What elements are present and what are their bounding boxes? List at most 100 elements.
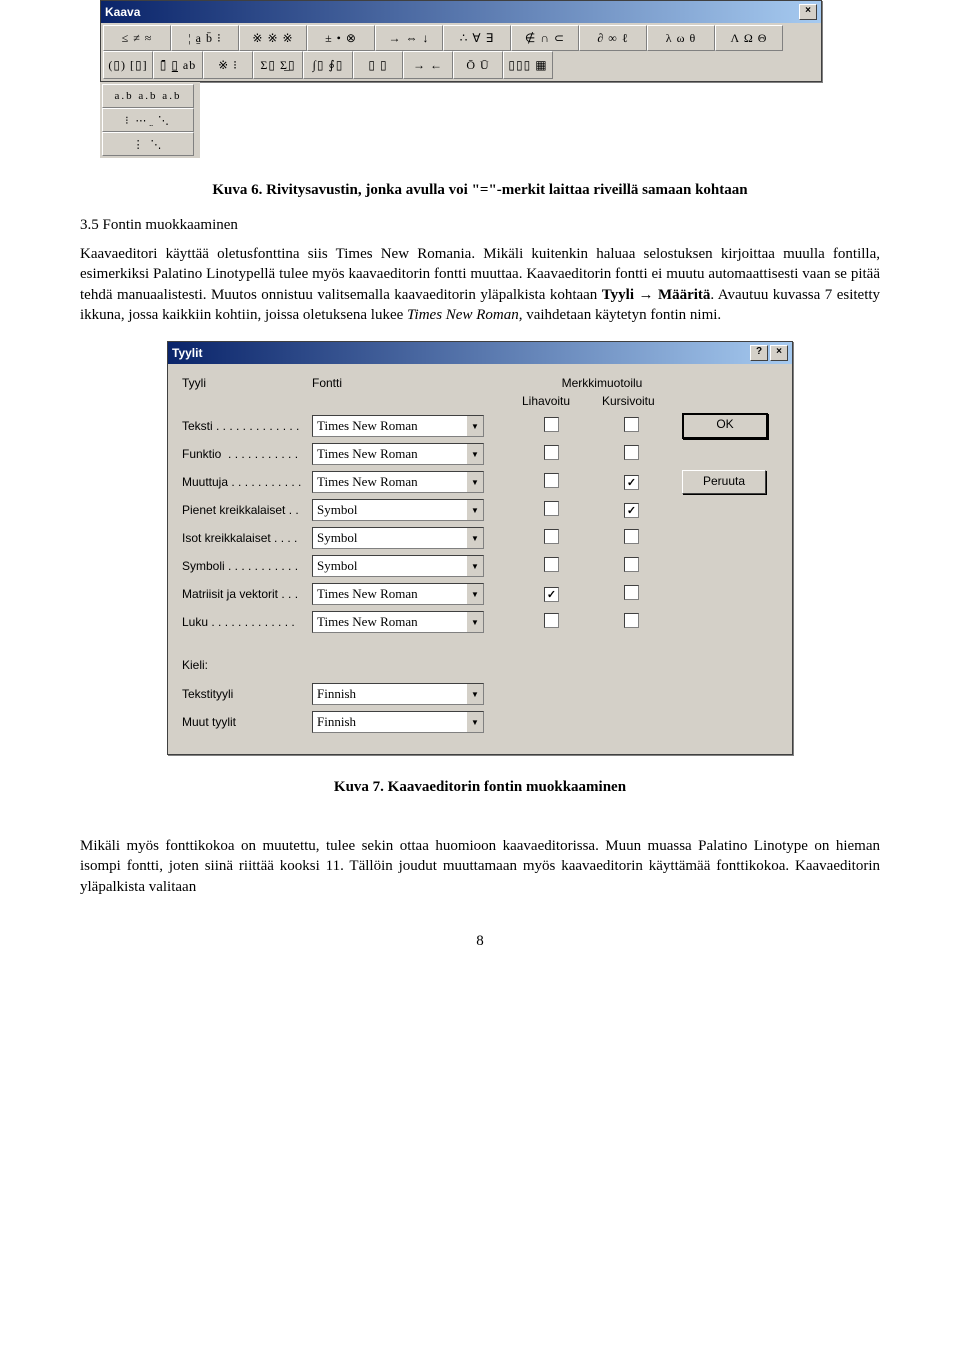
font-combo-value: Times New Roman [313, 444, 466, 464]
kaava-btn[interactable]: → ← [403, 51, 453, 79]
kaava-dots-btn[interactable]: ⁝ ⋯ ̤ ⋱ [102, 108, 194, 132]
kaava-btn[interactable]: ∫▯ ∮▯ [303, 51, 353, 79]
font-combo-value: Symbol [313, 556, 466, 576]
tyylit-titlebar: Tyylit ? × [168, 342, 792, 364]
kaava-btn[interactable]: Σ▯ Σ̲▯ [253, 51, 303, 79]
font-combo-value: Times New Roman [313, 612, 466, 632]
italic-checkbox[interactable] [624, 445, 639, 460]
font-combo-value: Times New Roman [313, 416, 466, 436]
chevron-down-icon[interactable]: ▼ [466, 416, 483, 436]
row-label: Pienet kreikkalaiset . . [182, 503, 312, 517]
col-header-kursivoitu: Kursivoitu [602, 394, 682, 408]
kaava-btn[interactable]: Λ Ω Θ [715, 25, 783, 51]
cancel-button[interactable]: Peruuta [682, 470, 766, 494]
language-combo[interactable]: Finnish▼ [312, 683, 484, 705]
chevron-down-icon[interactable]: ▼ [466, 584, 483, 604]
kaava-dots-btn[interactable]: a.b a.b a.b [102, 84, 194, 108]
language-combo[interactable]: Finnish▼ [312, 711, 484, 733]
caption-kuva-6: Kuva 6. Rivitysavustin, jonka avulla voi… [80, 182, 880, 199]
col-header-tyyli: Tyyli [182, 376, 312, 390]
kaava-btn[interactable]: ▯ ▯ [353, 51, 403, 79]
tyylit-title-text: Tyylit [172, 346, 202, 360]
col-header-merkki: Merkkimuotoilu [522, 376, 682, 390]
kaava-btn[interactable]: ¦ a̱ b̄ ⁝ [171, 25, 239, 51]
bold-checkbox[interactable] [544, 473, 559, 488]
tyylit-lang-row: TekstityyliFinnish▼ [182, 680, 778, 708]
close-icon[interactable]: × [770, 345, 788, 361]
font-combo-value: Symbol [313, 528, 466, 548]
bold-checkbox[interactable] [544, 501, 559, 516]
lang-row-label: Muut tyylit [182, 715, 312, 729]
font-combo[interactable]: Symbol▼ [312, 527, 484, 549]
chevron-down-icon[interactable]: ▼ [466, 612, 483, 632]
bold-checkbox[interactable] [544, 557, 559, 572]
italic-checkbox[interactable] [624, 529, 639, 544]
chevron-down-icon[interactable]: ▼ [466, 528, 483, 548]
chevron-down-icon[interactable]: ▼ [466, 556, 483, 576]
chevron-down-icon[interactable]: ▼ [466, 684, 483, 704]
italic-checkbox[interactable] [624, 417, 639, 432]
font-combo[interactable]: Symbol▼ [312, 499, 484, 521]
font-combo[interactable]: Times New Roman▼ [312, 471, 484, 493]
row-label: Muuttuja . . . . . . . . . . . [182, 475, 312, 489]
close-icon[interactable]: × [799, 4, 817, 20]
chevron-down-icon[interactable]: ▼ [466, 472, 483, 492]
bold-checkbox[interactable]: ✓ [544, 587, 559, 602]
kaava-btn[interactable]: ※ ※ ※ [239, 25, 307, 51]
body-paragraph-1: Kaavaeditori käyttää oletusfonttina siis… [80, 244, 880, 325]
font-combo[interactable]: Symbol▼ [312, 555, 484, 577]
bold-checkbox[interactable] [544, 417, 559, 432]
kaava-btn[interactable]: ∉ ∩ ⊂ [511, 25, 579, 51]
row-label: Isot kreikkalaiset . . . . [182, 531, 312, 545]
bold-checkbox[interactable] [544, 613, 559, 628]
italic-checkbox[interactable]: ✓ [624, 475, 639, 490]
font-combo[interactable]: Times New Roman▼ [312, 583, 484, 605]
font-combo[interactable]: Times New Roman▼ [312, 443, 484, 465]
kaava-btn[interactable]: ± • ⊗ [307, 25, 375, 51]
chevron-down-icon[interactable]: ▼ [466, 712, 483, 732]
help-icon[interactable]: ? [750, 345, 768, 361]
kaava-row-2: (▯) [▯] ▯̄ ▯̲ ab ※ ⁝ Σ▯ Σ̲▯ ∫▯ ∮▯ ▯ ▯ → … [103, 51, 819, 79]
kaava-btn[interactable]: ∂ ∞ ℓ [579, 25, 647, 51]
tyylit-lang-row: Muut tyylitFinnish▼ [182, 708, 778, 736]
font-combo[interactable]: Times New Roman▼ [312, 415, 484, 437]
kaava-btn[interactable]: ≤ ≠ ≈ [103, 25, 171, 51]
tyylit-row: Matriisit ja vektorit . . .Times New Rom… [182, 580, 778, 608]
page-number: 8 [80, 933, 880, 950]
kaava-btn[interactable]: ※ ⁝ [203, 51, 253, 79]
tyylit-row: Muuttuja . . . . . . . . . . .Times New … [182, 468, 778, 496]
bold-checkbox[interactable] [544, 529, 559, 544]
tyylit-row: Pienet kreikkalaiset . .Symbol▼ ✓ [182, 496, 778, 524]
kaava-btn[interactable]: λ ω θ [647, 25, 715, 51]
italic-checkbox[interactable] [624, 557, 639, 572]
kaava-btn[interactable]: Ō Ū [453, 51, 503, 79]
tyylit-row: Isot kreikkalaiset . . . .Symbol▼ [182, 524, 778, 552]
bold-checkbox[interactable] [544, 445, 559, 460]
lang-row-label: Tekstityyli [182, 687, 312, 701]
kaava-dots-btn[interactable]: ⋮ ⋱ [102, 132, 194, 156]
italic-checkbox[interactable] [624, 585, 639, 600]
row-label: Funktio . . . . . . . . . . . [182, 447, 312, 461]
section-heading-3-5: 3.5 Fontin muokkaaminen [80, 217, 880, 234]
kaava-btn[interactable]: ▯̄ ▯̲ ab [153, 51, 203, 79]
chevron-down-icon[interactable]: ▼ [466, 500, 483, 520]
tyylit-row: Funktio . . . . . . . . . . .Times New R… [182, 440, 778, 468]
font-combo[interactable]: Times New Roman▼ [312, 611, 484, 633]
kaava-btn[interactable]: ∴ ∀ ∃ [443, 25, 511, 51]
tyylit-dialog: Tyylit ? × Tyyli Fontti Merkkimuotoilu L… [167, 341, 793, 755]
ok-button[interactable]: OK [682, 413, 768, 439]
kieli-label: Kieli: [182, 658, 778, 672]
body-paragraph-2: Mikäli myös fonttikokoa on muutettu, tul… [80, 836, 880, 897]
tyylit-row: Symboli . . . . . . . . . . .Symbol▼ [182, 552, 778, 580]
col-header-lihavoitu: Lihavoitu [522, 394, 602, 408]
italic-checkbox[interactable] [624, 613, 639, 628]
row-label: Symboli . . . . . . . . . . . [182, 559, 312, 573]
italic-checkbox[interactable]: ✓ [624, 503, 639, 518]
kaava-btn[interactable]: (▯) [▯] [103, 51, 153, 79]
kaava-window: Kaava × ≤ ≠ ≈ ¦ a̱ b̄ ⁝ ※ ※ ※ ± • ⊗ → ⇔ … [100, 0, 822, 82]
kaava-titlebar: Kaava × [101, 1, 821, 23]
kaava-btn[interactable]: ▯▯▯ ▦ [503, 51, 553, 79]
chevron-down-icon[interactable]: ▼ [466, 444, 483, 464]
kaava-btn[interactable]: → ⇔ ↓ [375, 25, 443, 51]
kaava-row-1: ≤ ≠ ≈ ¦ a̱ b̄ ⁝ ※ ※ ※ ± • ⊗ → ⇔ ↓ ∴ ∀ ∃ … [103, 25, 819, 51]
